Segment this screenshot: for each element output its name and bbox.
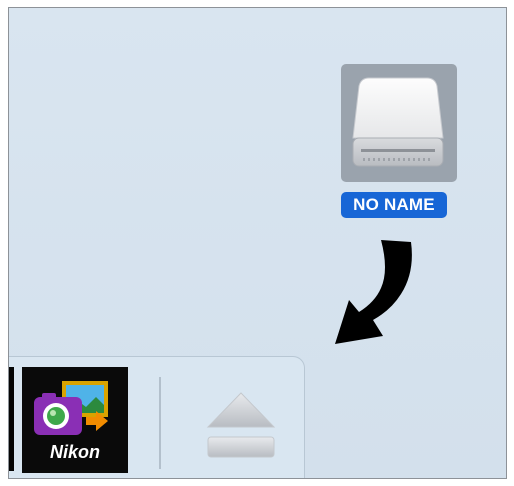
dock: Nikon [9,356,305,478]
dock-app-partial[interactable] [9,367,14,471]
nikon-transfer-app-icon[interactable]: Nikon [22,367,128,473]
curved-arrow-down-left-icon [335,240,412,344]
desktop: NO NAME Nikon [9,8,506,478]
nikon-app-label: Nikon [49,442,100,462]
eject-icon[interactable] [206,391,276,461]
nikon-camera-photo-icon [34,381,108,435]
dock-divider [159,377,161,469]
screenshot-frame: NO NAME Nikon [8,7,507,479]
drive-name-label: NO NAME [341,192,447,218]
desktop-drive-no-name[interactable]: NO NAME [337,64,459,232]
external-drive-icon [352,77,444,167]
